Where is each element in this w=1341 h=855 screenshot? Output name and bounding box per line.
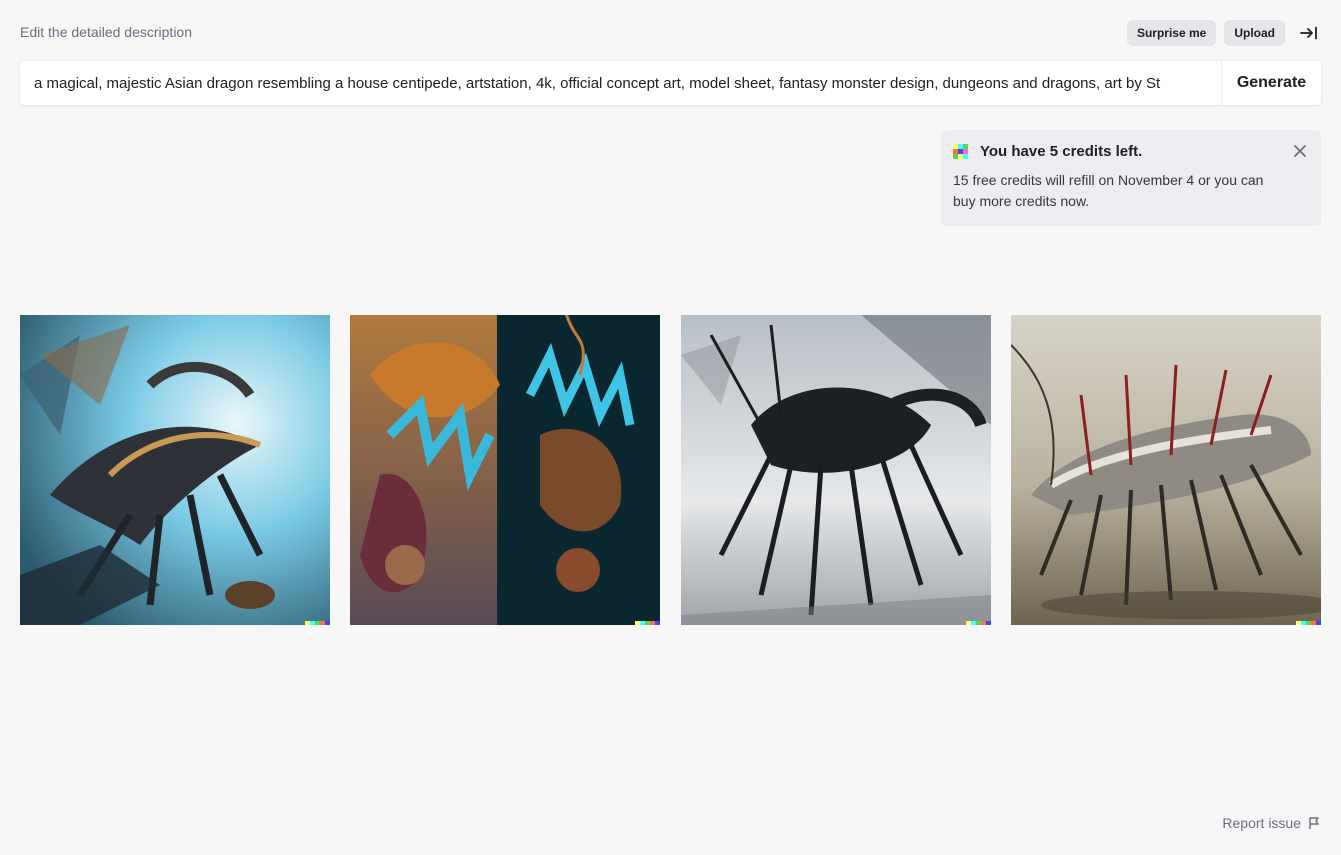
generated-image-1[interactable] [20,315,330,625]
top-actions: Surprise me Upload [1126,20,1321,46]
prompt-hint: Edit the detailed description [20,24,192,40]
dalle-page: Edit the detailed description Surprise m… [0,0,1341,855]
report-issue-label: Report issue [1222,815,1301,831]
dalle-logo-icon [953,144,968,159]
credits-header: You have 5 credits left. [953,143,1309,160]
credits-title: You have 5 credits left. [980,143,1143,160]
generated-image-2[interactable] [350,315,661,625]
credits-notice: You have 5 credits left. 15 free credits… [941,130,1321,226]
image-gallery [20,315,1321,625]
dalle-signature [1295,621,1321,625]
close-icon[interactable] [1293,144,1307,158]
dalle-signature [965,621,991,625]
prompt-bar: Generate [20,61,1321,105]
credits-body: 15 free credits will refill on November … [953,172,1264,209]
collapse-panel-icon[interactable] [1297,21,1321,45]
report-issue-link[interactable]: Report issue [1222,815,1321,831]
generated-image-4[interactable] [1010,315,1321,625]
upload-button[interactable]: Upload [1224,20,1285,46]
generated-image-3[interactable] [680,315,991,625]
dalle-signature [305,621,330,625]
flag-icon [1309,817,1319,829]
generate-button[interactable]: Generate [1222,61,1321,105]
dalle-signature [635,621,661,625]
prompt-input[interactable] [20,61,1221,105]
surprise-me-button[interactable]: Surprise me [1126,20,1217,46]
